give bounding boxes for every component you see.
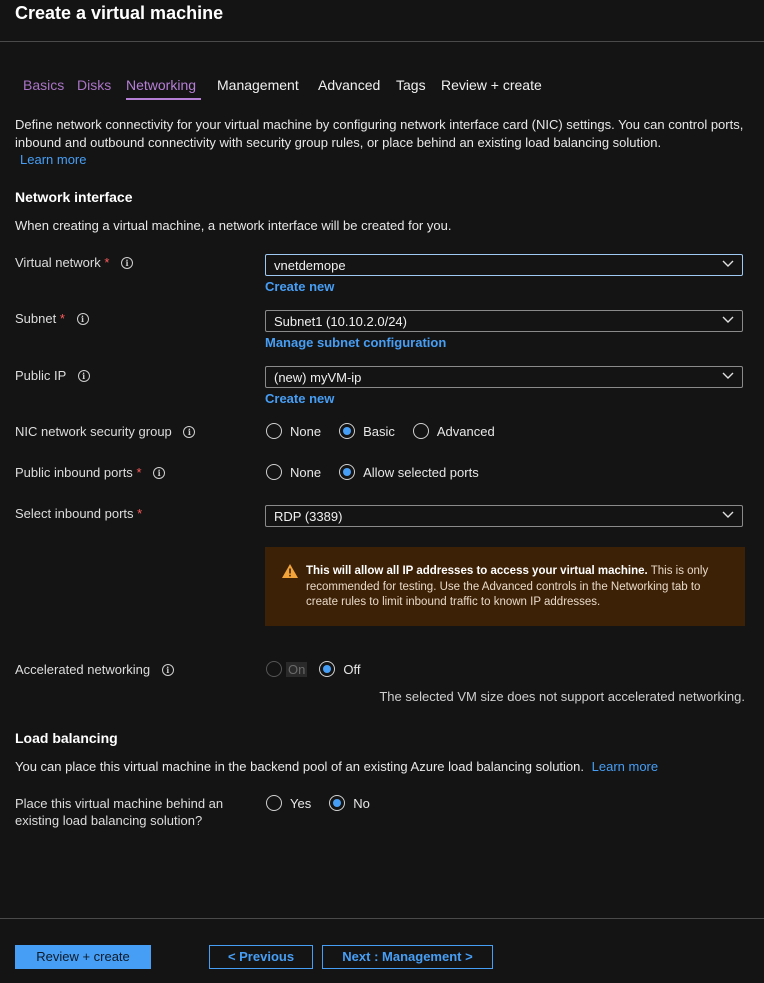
tab-management[interactable]: Management — [217, 77, 299, 93]
inbound-allow-selected-radio[interactable] — [339, 464, 356, 480]
required-marker: * — [59, 311, 65, 326]
public-ip-label: Public IP i — [15, 368, 90, 383]
select-inbound-label: Select inbound ports * — [15, 506, 143, 521]
nsg-advanced-radio[interactable] — [412, 423, 429, 439]
subnet-dropdown[interactable]: Subnet1 (10.10.2.0/24) — [265, 310, 743, 332]
accelerated-off-radio[interactable] — [319, 661, 336, 677]
select-inbound-dropdown[interactable]: RDP (3389) — [265, 505, 743, 527]
review-create-button[interactable]: Review + create — [15, 945, 151, 969]
create-new-vnet-link[interactable]: Create new — [265, 279, 334, 294]
chevron-down-icon — [722, 316, 734, 323]
load-balancer-yes-radio[interactable] — [266, 795, 282, 811]
accelerated-on-radio — [266, 661, 282, 677]
load-balancing-heading: Load balancing — [15, 730, 118, 746]
load-balancing-description: You can place this virtual machine in th… — [15, 759, 659, 774]
network-interface-heading: Network interface — [15, 189, 133, 205]
tab-basics[interactable]: Basics — [23, 77, 64, 93]
public-ip-dropdown[interactable]: (new) myVM-ip — [265, 366, 743, 388]
virtual-network-label: Virtual network * i — [15, 255, 134, 270]
intro-learn-more-link[interactable]: Learn more — [20, 152, 86, 167]
next-management-button[interactable]: Next : Management > — [322, 945, 493, 969]
info-icon[interactable]: i — [76, 313, 89, 325]
virtual-network-dropdown[interactable]: vnetdemope — [265, 254, 743, 276]
load-balancer-no-radio[interactable] — [329, 795, 346, 811]
warning-text: This will allow all IP addresses to acce… — [306, 565, 709, 608]
tab-disks[interactable]: Disks — [77, 77, 111, 93]
required-marker: * — [104, 255, 110, 270]
tab-review-create[interactable]: Review + create — [441, 77, 542, 93]
public-inbound-label: Public inbound ports * i — [15, 465, 166, 480]
nsg-basic-radio[interactable] — [339, 423, 356, 439]
nsg-label: NIC network security group i — [15, 424, 196, 439]
network-interface-description: When creating a virtual machine, a netwo… — [15, 218, 452, 233]
chevron-down-icon — [722, 511, 734, 518]
info-icon[interactable]: i — [77, 370, 90, 382]
create-new-public-ip-link[interactable]: Create new — [265, 391, 334, 406]
load-balancer-question-label: Place this virtual machine behind an exi… — [15, 796, 224, 828]
warning-icon — [282, 564, 298, 578]
previous-button[interactable]: < Previous — [209, 945, 313, 969]
info-icon[interactable]: i — [153, 467, 166, 479]
load-balancer-radio-group: Yes No — [266, 795, 388, 811]
required-marker: * — [137, 506, 143, 521]
info-icon[interactable]: i — [183, 426, 196, 438]
tab-advanced[interactable]: Advanced — [318, 77, 380, 93]
page-title: Create a virtual machine — [15, 3, 224, 23]
required-marker: * — [136, 465, 142, 480]
public-inbound-radio-group: None Allow selected ports — [266, 464, 497, 480]
load-balancing-learn-more-link[interactable]: Learn more — [592, 759, 658, 774]
intro-text: Define network connectivity for your vir… — [15, 117, 744, 150]
inbound-warning-banner: This will allow all IP addresses to acce… — [265, 547, 745, 626]
footer-divider — [0, 918, 764, 919]
chevron-down-icon — [722, 372, 734, 379]
accelerated-networking-label: Accelerated networking i — [15, 662, 174, 677]
inbound-none-radio[interactable] — [266, 464, 282, 480]
header-divider — [0, 41, 764, 42]
intro-description: Define network connectivity for your vir… — [15, 116, 745, 169]
accelerated-networking-note: The selected VM size does not support ac… — [379, 689, 745, 704]
subnet-label: Subnet * i — [15, 311, 89, 326]
tab-networking[interactable]: Networking — [126, 77, 196, 93]
nsg-radio-group: None Basic Advanced — [266, 423, 513, 439]
manage-subnet-link[interactable]: Manage subnet configuration — [265, 335, 446, 350]
chevron-down-icon — [722, 260, 734, 267]
tab-tags[interactable]: Tags — [396, 77, 426, 93]
accelerated-radio-group: On Off — [266, 661, 378, 677]
info-icon[interactable]: i — [161, 664, 174, 676]
info-icon[interactable]: i — [121, 257, 134, 269]
nsg-none-radio[interactable] — [266, 423, 282, 439]
active-tab-indicator — [126, 98, 201, 100]
